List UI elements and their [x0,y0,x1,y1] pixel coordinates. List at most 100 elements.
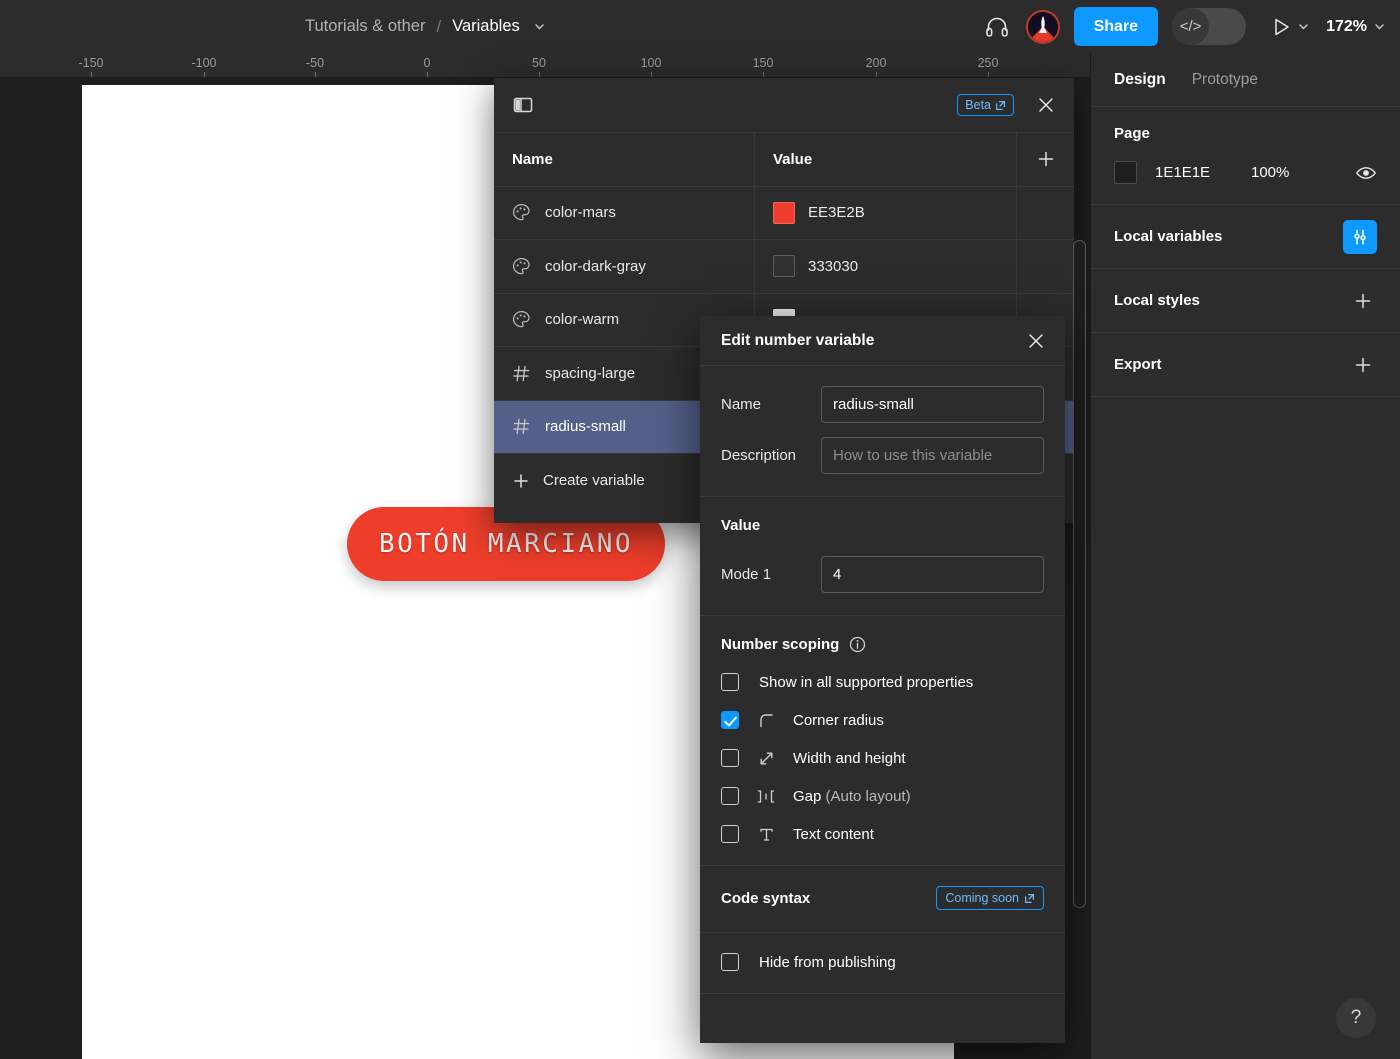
breadcrumb-parent[interactable]: Tutorials & other [305,17,425,36]
user-avatar[interactable] [1026,10,1060,44]
variable-color-swatch[interactable] [773,202,795,224]
column-header-name: Name [512,151,553,168]
edit-number-variable-modal: Edit number variable Name Description Va… [700,316,1065,1043]
description-field-row: Description [721,437,1044,474]
variable-color-swatch[interactable] [773,255,795,277]
present-button-group[interactable] [1270,16,1310,38]
vertical-scrollbar[interactable] [1073,240,1086,908]
chevron-down-icon[interactable] [533,20,546,33]
page-color-opacity[interactable]: 100% [1251,164,1355,181]
info-icon[interactable] [849,636,866,653]
scoping-option-row[interactable]: Text content [721,825,1044,843]
ruler-tick-label: -150 [78,56,103,70]
scoping-option-label-suffix: (Auto layout) [821,788,910,805]
variable-row[interactable]: color-marsEE3E2B [494,187,1074,241]
name-field-row: Name [721,386,1044,423]
variable-name-cell[interactable]: color-dark-gray [494,240,755,293]
scoping-option-row[interactable]: Show in all supported properties [721,673,1044,691]
scoping-title: Number scoping [721,636,839,653]
close-modal-icon[interactable] [1022,327,1050,355]
close-variables-panel-icon[interactable] [1032,91,1060,119]
mode-label: Mode 1 [721,566,821,583]
variable-value-cell[interactable]: 333030 [755,240,1017,293]
scoping-option-checkbox[interactable] [721,787,739,805]
sidebar-item-local-styles[interactable]: Local styles [1091,269,1400,333]
gap-icon [751,788,781,805]
coming-soon-label: Coming soon [945,891,1019,905]
page-color-hex[interactable]: 1E1E1E [1155,164,1251,181]
chevron-down-icon[interactable] [1373,20,1386,33]
variable-name-label: radius-small [545,418,626,435]
scoping-option-checkbox[interactable] [721,825,739,843]
variable-name-cell[interactable]: color-mars [494,187,755,240]
breadcrumb: Tutorials & other / Variables [305,0,546,53]
variable-value-label: 333030 [808,258,858,275]
modal-header: Edit number variable [700,316,1065,366]
sidebar-item-export[interactable]: Export [1091,333,1400,397]
scoping-option-checkbox[interactable] [721,711,739,729]
description-input[interactable] [821,437,1044,474]
ruler-tick-mark [91,72,92,77]
page-section-title: Page [1114,125,1377,142]
sliders-icon[interactable] [1343,220,1377,254]
variable-name-label: color-dark-gray [545,258,646,275]
horizontal-ruler: -150-100-50050100150200250 [0,53,1090,78]
page-section: Page 1E1E1E 100% [1091,107,1400,205]
mode-field-row: Mode 1 [721,556,1044,593]
variable-row[interactable]: color-dark-gray 333030 [494,240,1074,294]
help-button[interactable]: ? [1336,998,1376,1038]
zoom-control[interactable]: 172% [1326,18,1386,36]
column-header-value-cell: Value [755,133,1017,186]
hide-from-publishing-row[interactable]: Hide from publishing [721,953,1044,971]
headphones-icon[interactable] [982,12,1012,42]
share-button[interactable]: Share [1074,7,1158,46]
variable-row-action-cell[interactable] [1017,240,1074,293]
eye-icon[interactable] [1355,162,1377,184]
tab-design[interactable]: Design [1114,71,1166,89]
scoping-option-checkbox[interactable] [721,749,739,767]
add-variable-button[interactable] [1017,133,1074,186]
page-color-swatch[interactable] [1114,161,1137,184]
scoping-title-row: Number scoping [721,636,1044,653]
panel-layout-toggle-icon[interactable] [508,90,538,120]
breadcrumb-current[interactable]: Variables [452,17,520,36]
scoping-option-checkbox[interactable] [721,673,739,691]
page-color-row: 1E1E1E 100% [1114,161,1377,184]
palette-icon [512,310,531,329]
column-header-name-cell: Name [494,133,755,186]
modal-value-section: Value Mode 1 [700,497,1065,616]
scoping-option-row[interactable]: Width and height [721,749,1044,767]
variable-row-action-cell[interactable] [1017,187,1074,240]
sidebar-item-local-variables[interactable]: Local variables [1091,205,1400,269]
play-icon[interactable] [1270,16,1292,38]
column-header-value: Value [773,151,812,168]
scoping-option-label: Width and height [793,750,906,767]
name-input[interactable] [821,386,1044,423]
ruler-tick-label: 50 [532,56,546,70]
variable-value-cell[interactable]: EE3E2B [755,187,1017,240]
variable-name-label: spacing-large [545,365,635,382]
scoping-option-row[interactable]: Gap (Auto layout) [721,787,1044,805]
coming-soon-badge[interactable]: Coming soon [936,886,1044,910]
create-variable-label: Create variable [543,472,645,489]
scoping-option-label: Corner radius [793,712,884,729]
tab-prototype[interactable]: Prototype [1192,71,1258,89]
modal-code-syntax-section: Code syntax Coming soon [700,866,1065,933]
beta-badge[interactable]: Beta [957,94,1014,116]
ruler-tick-label: 100 [641,56,662,70]
chevron-down-icon[interactable] [1297,20,1310,33]
dev-mode-toggle[interactable]: </> [1172,8,1246,45]
plus-icon[interactable] [1349,351,1377,379]
variable-name-label: color-warm [545,311,619,328]
text-icon [751,826,781,843]
corner-radius-icon [751,712,781,729]
zoom-level-label: 172% [1326,18,1367,36]
scoping-option-row[interactable]: Corner radius [721,711,1044,729]
breadcrumb-separator: / [436,17,441,37]
plus-icon[interactable] [1349,287,1377,315]
modal-title: Edit number variable [721,332,1022,350]
hide-from-publishing-checkbox[interactable] [721,953,739,971]
mode-value-input[interactable] [821,556,1044,593]
ruler-tick-label: -100 [191,56,216,70]
ruler-tick-mark [539,72,540,77]
